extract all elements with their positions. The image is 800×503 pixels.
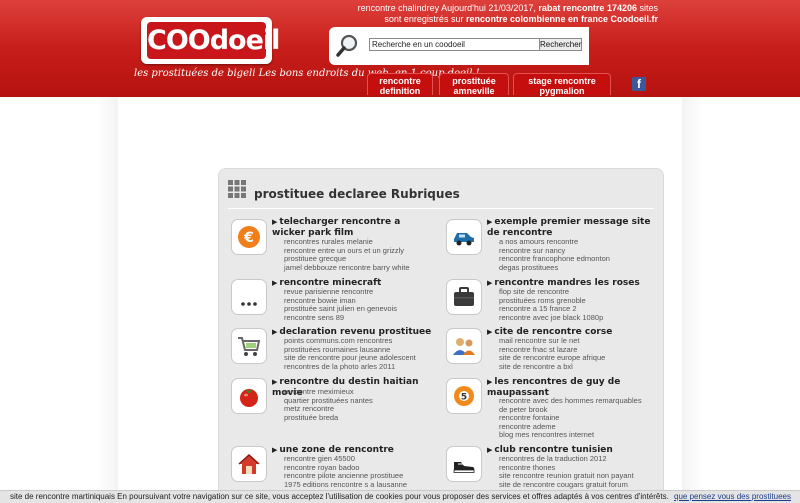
category-link[interactable]: 1975 editions rencontre s a lausanne bbox=[284, 480, 407, 490]
car-icon[interactable] bbox=[446, 219, 482, 255]
cookie-link[interactable]: que pensez vous des prostituees bbox=[674, 491, 791, 503]
category-links: rencontre meximieux quartier prostituées… bbox=[284, 387, 373, 423]
nav-tab-label-2: definition bbox=[379, 86, 421, 96]
nav-tab-rencontre-definition[interactable]: rencontre definition bbox=[367, 73, 433, 96]
arrow-right-icon: ▶ bbox=[272, 218, 278, 226]
search-input[interactable] bbox=[369, 38, 541, 51]
category-links: rencontres rurales melanie rencontre ent… bbox=[284, 237, 410, 273]
category-link[interactable]: jamel debbouze rencontre barry white bbox=[284, 263, 410, 273]
cart-icon[interactable] bbox=[231, 328, 267, 364]
cookie-text: site de rencontre martiniquais En poursu… bbox=[10, 492, 669, 501]
panel-title: prostituee declaree Rubriques bbox=[254, 187, 460, 201]
logo-text: COOdoeil bbox=[147, 22, 280, 59]
euro-icon[interactable]: € bbox=[231, 219, 267, 255]
nav-tab-label-1: stage rencontre bbox=[528, 76, 596, 86]
site-logo[interactable]: COOdoeil bbox=[141, 17, 280, 64]
people-icon[interactable] bbox=[446, 328, 482, 364]
info-line2-text: sont enregistrés sur bbox=[384, 14, 466, 24]
category-title-text: les rencontres de guy de maupassant bbox=[487, 377, 621, 398]
svg-text:5: 5 bbox=[461, 393, 467, 403]
nav-tab-label-2: amneville bbox=[453, 86, 495, 96]
search-button[interactable]: Rechercher bbox=[539, 38, 582, 51]
category-links: rencontres de la traduction 2012 rencont… bbox=[499, 454, 634, 490]
category-links: rencontre gien 45500 rencontre royan bad… bbox=[284, 454, 407, 490]
category-link[interactable]: rencontre avec joe black 1080p bbox=[499, 313, 603, 323]
arrow-right-icon: ▶ bbox=[487, 279, 493, 287]
category-link[interactable]: rencontre sens 89 bbox=[284, 313, 397, 323]
panel-divider bbox=[228, 208, 654, 209]
grid-icon bbox=[228, 180, 246, 198]
search-icon bbox=[336, 34, 358, 57]
info-line1-suffix: sites bbox=[636, 3, 658, 13]
tomato-icon[interactable] bbox=[231, 378, 267, 414]
category-title-text: telecharger rencontre a wicker park film bbox=[272, 217, 401, 238]
info-line1-link[interactable]: rabat rencontre 174206 bbox=[538, 3, 637, 13]
category-links: points communs.com rencontres prostituée… bbox=[284, 336, 416, 372]
cookie-banner: site de rencontre martiniquais En poursu… bbox=[0, 490, 800, 503]
lifebuoy-icon[interactable]: 5 bbox=[446, 378, 482, 414]
category-links: mail rencontre sur le net rencontre fnac… bbox=[499, 336, 605, 372]
arrow-right-icon: ▶ bbox=[487, 378, 493, 386]
more-icon[interactable] bbox=[231, 279, 267, 315]
category-title[interactable]: ▶ exemple premier message site de rencont… bbox=[487, 217, 652, 239]
nav-tab-label-1: prostituée bbox=[452, 76, 496, 86]
svg-text:€: € bbox=[243, 230, 254, 246]
page-shadow-left bbox=[96, 97, 118, 503]
facebook-icon[interactable]: f bbox=[632, 77, 646, 91]
category-link[interactable]: blog mes rencontres internet bbox=[499, 431, 642, 440]
category-link[interactable]: site de rencontre a bxl bbox=[499, 362, 605, 372]
category-title-text: exemple premier message site de rencontr… bbox=[487, 217, 651, 238]
info-line2-link[interactable]: rencontre colombienne en france Coodoeil… bbox=[466, 14, 658, 24]
nav-tab-prostituee-amneville[interactable]: prostituée amneville bbox=[439, 73, 509, 96]
arrow-right-icon: ▶ bbox=[272, 378, 278, 386]
arrow-right-icon: ▶ bbox=[272, 279, 278, 287]
header-info: rencontre chalindrey Aujourd'hui 21/03/2… bbox=[358, 3, 658, 25]
category-links: a nos amours rencontre rencontre sur nan… bbox=[499, 237, 610, 273]
page-shadow-right bbox=[682, 97, 704, 503]
category-links: rencontre avec des hommes remarquables d… bbox=[499, 396, 642, 440]
nav-tab-label-2: pygmalion bbox=[539, 86, 585, 96]
info-line1-text: rencontre chalindrey Aujourd'hui 21/03/2… bbox=[357, 3, 539, 13]
arrow-right-icon: ▶ bbox=[487, 446, 493, 454]
arrow-right-icon: ▶ bbox=[487, 218, 493, 226]
category-link[interactable]: site de rencontre cougars gratuit forum bbox=[499, 480, 634, 490]
nav-tab-label-1: rencontre bbox=[379, 76, 421, 86]
nav-tab-stage-rencontre-pygmalion[interactable]: stage rencontre pygmalion bbox=[513, 73, 611, 96]
category-links: flop site de rencontre prostituées roms … bbox=[499, 287, 603, 323]
category-link[interactable]: rencontres de la photo arles 2011 bbox=[284, 362, 416, 372]
sneaker-icon[interactable] bbox=[446, 446, 482, 482]
category-links: revue parisienne rencontre rencontre bow… bbox=[284, 287, 397, 323]
house-icon[interactable] bbox=[231, 446, 267, 482]
arrow-right-icon: ▶ bbox=[272, 446, 278, 454]
arrow-right-icon: ▶ bbox=[272, 328, 278, 336]
category-link[interactable]: degas prostituees bbox=[499, 263, 610, 273]
category-title[interactable]: ▶ telecharger rencontre a wicker park fil… bbox=[272, 217, 432, 239]
arrow-right-icon: ▶ bbox=[487, 328, 493, 336]
category-link[interactable]: prostituée breda bbox=[284, 413, 373, 423]
briefcase-icon[interactable] bbox=[446, 279, 482, 315]
